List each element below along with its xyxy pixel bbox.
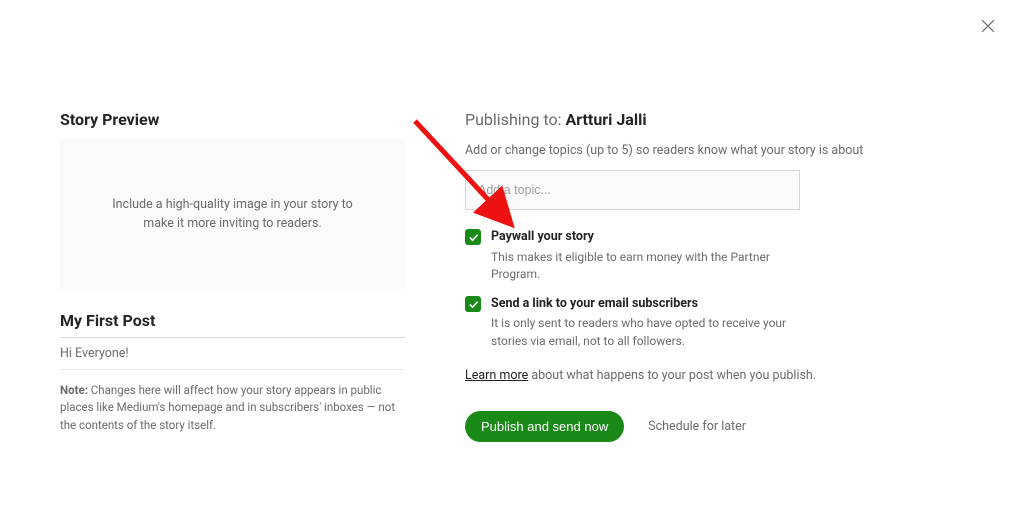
publishing-to: Publishing to: Artturi Jalli [465,110,964,129]
publish-dialog: Story Preview Include a high-quality ima… [0,0,1024,512]
paywall-checkbox[interactable] [465,229,481,245]
story-preview-panel: Story Preview Include a high-quality ima… [60,110,405,446]
paywall-option: Paywall your story This makes it eligibl… [465,228,805,283]
email-subscribers-checkbox[interactable] [465,296,481,312]
close-icon[interactable] [976,14,1000,38]
author-name: Artturi Jalli [565,110,646,129]
preview-note-body: Changes here will affect how your story … [60,383,395,433]
schedule-later-link[interactable]: Schedule for later [648,419,746,434]
email-subscribers-option: Send a link to your email subscribers It… [465,295,805,350]
learn-more-line: Learn more about what happens to your po… [465,368,964,383]
preview-note: Note: Changes here will affect how your … [60,382,405,435]
preview-help-text: Include a high-quality image in your sto… [96,195,369,234]
add-topic-input[interactable] [465,170,800,210]
publish-settings-panel: Publishing to: Artturi Jalli Add or chan… [465,110,964,446]
story-preview-heading: Story Preview [60,110,405,129]
story-title-input[interactable]: My First Post [60,311,405,338]
preview-image-placeholder[interactable]: Include a high-quality image in your sto… [60,139,405,289]
paywall-title: Paywall your story [491,228,805,246]
learn-more-link[interactable]: Learn more [465,368,528,383]
preview-note-prefix: Note: [60,383,88,397]
email-subscribers-description: It is only sent to readers who have opte… [491,316,786,347]
story-subtitle-input[interactable]: Hi Everyone! [60,346,405,370]
email-subscribers-title: Send a link to your email subscribers [491,295,805,313]
publish-button[interactable]: Publish and send now [465,411,624,442]
topics-help: Add or change topics (up to 5) so reader… [465,141,964,160]
paywall-description: This makes it eligible to earn money wit… [491,250,770,281]
publish-actions: Publish and send now Schedule for later [465,411,964,442]
